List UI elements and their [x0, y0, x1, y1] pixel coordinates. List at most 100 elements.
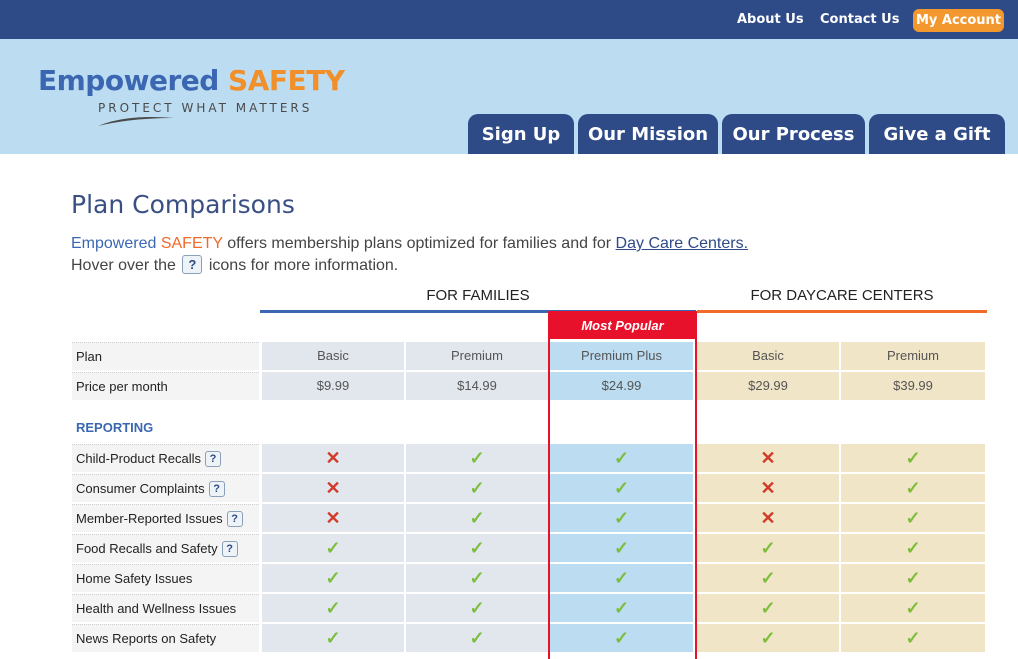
- help-icon[interactable]: ?: [208, 481, 225, 497]
- check-icon: ✓: [905, 598, 921, 618]
- tab-our-mission[interactable]: Our Mission: [578, 114, 718, 154]
- cross-icon: ✕: [760, 448, 776, 468]
- feature-cell: ✕: [697, 504, 839, 532]
- plan-premium-plus: Premium Plus: [550, 342, 693, 370]
- plan-row-label: Plan: [72, 342, 259, 370]
- feature-cell: ✓: [697, 594, 839, 622]
- logo[interactable]: Empowered SAFETY: [38, 64, 345, 97]
- help-icon[interactable]: ?: [205, 451, 221, 467]
- daycare-divider: [697, 310, 987, 313]
- tab-our-process[interactable]: Our Process: [722, 114, 865, 154]
- check-icon: ✓: [613, 478, 630, 498]
- feature-cell: ✓: [262, 624, 404, 652]
- group-families: FOR FAMILIES: [426, 287, 530, 304]
- check-icon: ✓: [469, 568, 485, 588]
- plan-basic-family: Basic: [262, 342, 404, 370]
- check-icon: ✓: [613, 508, 630, 528]
- feature-name: Home Safety Issues: [76, 571, 193, 586]
- tab-give-a-gift[interactable]: Give a Gift: [869, 114, 1005, 154]
- check-icon: ✓: [325, 598, 341, 618]
- tab-sign-up[interactable]: Sign Up: [468, 114, 574, 154]
- feature-cell: ✓: [262, 564, 404, 592]
- price-row-label: Price per month: [72, 372, 259, 400]
- check-icon: ✓: [469, 448, 485, 468]
- price-basic-family: $9.99: [262, 372, 404, 400]
- feature-cell: ✓: [262, 534, 404, 562]
- feature-cell: ✓: [550, 474, 693, 502]
- feature-cell: ✓: [841, 504, 985, 532]
- feature-cell: ✕: [262, 444, 404, 472]
- feature-cell: ✓: [550, 504, 693, 532]
- about-link[interactable]: About Us: [737, 12, 804, 27]
- feature-cell: ✕: [697, 474, 839, 502]
- cross-icon: ✕: [325, 478, 341, 498]
- feature-cell: ✓: [697, 624, 839, 652]
- feature-label: Food Recalls and Safety?: [72, 534, 259, 562]
- cross-icon: ✕: [325, 448, 341, 468]
- check-icon: ✓: [905, 568, 921, 588]
- help-icon[interactable]: ?: [221, 541, 238, 557]
- price-basic-daycare: $29.99: [697, 372, 839, 400]
- feature-cell: ✓: [550, 534, 693, 562]
- intro-body: offers membership plans optimized for fa…: [222, 235, 616, 252]
- hover-post: icons for more information.: [208, 257, 399, 274]
- feature-cell: ✓: [550, 444, 693, 472]
- feature-cell: ✓: [262, 594, 404, 622]
- check-icon: ✓: [613, 628, 630, 648]
- feature-name: Child-Product Recalls: [76, 451, 201, 466]
- group-daycare: FOR DAYCARE CENTERS: [750, 287, 934, 304]
- intro-text: Empowered SAFETY offers membership plans…: [71, 235, 748, 253]
- feature-cell: ✓: [697, 534, 839, 562]
- feature-name: Consumer Complaints: [76, 481, 205, 496]
- check-icon: ✓: [325, 538, 341, 558]
- logo-part2: SAFETY: [228, 64, 345, 97]
- feature-cell: ✓: [841, 594, 985, 622]
- feature-cell: ✓: [550, 594, 693, 622]
- feature-cell: ✓: [406, 444, 548, 472]
- check-icon: ✓: [905, 538, 921, 558]
- feature-cell: ✓: [406, 474, 548, 502]
- intro-brand1: Empowered: [71, 235, 157, 252]
- cross-icon: ✕: [760, 508, 776, 528]
- hover-hint: Hover over the ? icons for more informat…: [71, 255, 398, 275]
- feature-label: Member-Reported Issues?: [72, 504, 259, 532]
- feature-cell: ✓: [841, 444, 985, 472]
- check-icon: ✓: [613, 448, 630, 468]
- check-icon: ✓: [905, 478, 921, 498]
- logo-part1: Empowered: [38, 64, 219, 97]
- price-premium-family: $14.99: [406, 372, 548, 400]
- contact-link[interactable]: Contact Us: [820, 12, 899, 27]
- check-icon: ✓: [325, 628, 341, 648]
- check-icon: ✓: [760, 538, 776, 558]
- feature-label: Home Safety Issues: [72, 564, 259, 592]
- feature-cell: ✓: [406, 624, 548, 652]
- cross-icon: ✕: [325, 508, 341, 528]
- feature-cell: ✕: [697, 444, 839, 472]
- feature-label: News Reports on Safety: [72, 624, 259, 652]
- check-icon: ✓: [469, 508, 485, 528]
- section-heading-reporting: REPORTING: [76, 420, 154, 435]
- feature-cell: ✓: [550, 564, 693, 592]
- check-icon: ✓: [905, 628, 921, 648]
- day-care-centers-link[interactable]: Day Care Centers.: [616, 235, 749, 252]
- plan-premium-daycare: Premium: [841, 342, 985, 370]
- feature-cell: ✓: [841, 564, 985, 592]
- help-icon[interactable]: ?: [226, 511, 243, 527]
- top-bar: About Us Contact Us My Account: [0, 0, 1018, 39]
- feature-cell: ✓: [406, 534, 548, 562]
- my-account-button[interactable]: My Account: [913, 9, 1004, 32]
- price-premium-daycare: $39.99: [841, 372, 985, 400]
- plan-premium-family: Premium: [406, 342, 548, 370]
- check-icon: ✓: [760, 568, 776, 588]
- cross-icon: ✕: [760, 478, 776, 498]
- feature-name: Member-Reported Issues: [76, 511, 223, 526]
- logo-tagline: PROTECT WHAT MATTERS: [98, 101, 313, 115]
- feature-cell: ✓: [406, 564, 548, 592]
- check-icon: ✓: [613, 538, 630, 558]
- check-icon: ✓: [760, 598, 776, 618]
- feature-name: Food Recalls and Safety: [76, 541, 218, 556]
- check-icon: ✓: [469, 478, 485, 498]
- check-icon: ✓: [469, 598, 485, 618]
- most-popular-banner: Most Popular: [550, 313, 695, 339]
- hover-pre: Hover over the: [71, 257, 176, 274]
